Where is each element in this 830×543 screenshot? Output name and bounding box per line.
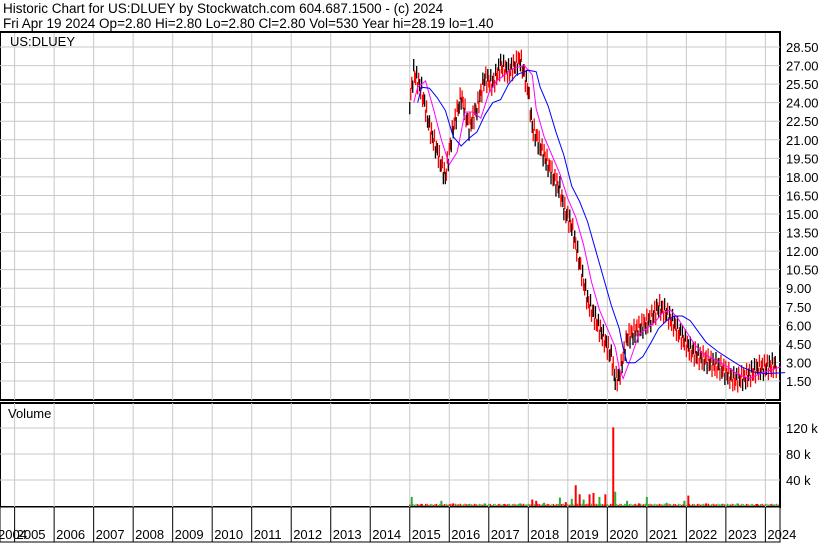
year-label: 2017 [491,527,520,542]
year-label: 2024 [767,527,796,542]
year-label: 2022 [688,527,717,542]
year-label: 2020 [609,527,638,542]
chart-canvas: 20042005 2006 2007 2008 2009 2010 2011 2012 2013… [0,31,819,543]
year-label: 2023 [728,527,757,542]
price-tick-label: 1.50 [786,374,811,389]
year-label: 2006 [56,527,85,542]
year-label: 2012 [293,527,322,542]
price-tick-label: 24.00 [786,96,819,111]
price-tick-label: 28.50 [786,40,819,55]
price-tick-label: 25.50 [786,77,819,92]
year-label: 2005 [17,527,46,542]
year-label: 2009 [175,527,204,542]
year-label: 2019 [570,527,599,542]
price-tick-label: 16.50 [786,188,819,203]
price-tick-label: 4.50 [786,337,811,352]
volume-panel [0,402,781,508]
volume-tick-label: 120 k [786,421,818,436]
price-tick-label: 22.50 [786,114,819,129]
price-tick-label: 21.00 [786,133,819,148]
stock-chart: Historic Chart for US:DLUEY by Stockwatc… [0,0,830,543]
year-label: 2016 [451,527,480,542]
year-label: 2018 [530,527,559,542]
price-panel [0,31,781,401]
year-label: 2007 [96,527,125,542]
price-tick-label: 19.50 [786,151,819,166]
volume-tick-label: 80 k [786,447,811,462]
volume-label: Volume [8,406,51,421]
year-label: 2011 [254,527,282,542]
year-label: 2014 [372,527,401,542]
price-tick-label: 3.00 [786,355,811,370]
price-tick-label: 12.00 [786,244,819,259]
price-tick-label: 15.00 [786,207,819,222]
price-tick-label: 18.00 [786,170,819,185]
year-label: 2008 [135,527,164,542]
price-tick-label: 9.00 [786,281,811,296]
year-label: 2013 [333,527,362,542]
year-label: 2015 [412,527,441,542]
price-tick-label: 27.00 [786,59,819,74]
price-tick-label: 6.00 [786,318,811,333]
price-tick-label: 7.50 [786,300,811,315]
volume-tick-label: 40 k [786,473,811,488]
price-tick-label: 13.50 [786,226,819,241]
price-tick-label: 10.50 [786,263,819,278]
year-label: 2010 [214,527,243,542]
year-label: 2021 [649,527,678,542]
symbol-label: US:DLUEY [10,34,75,49]
